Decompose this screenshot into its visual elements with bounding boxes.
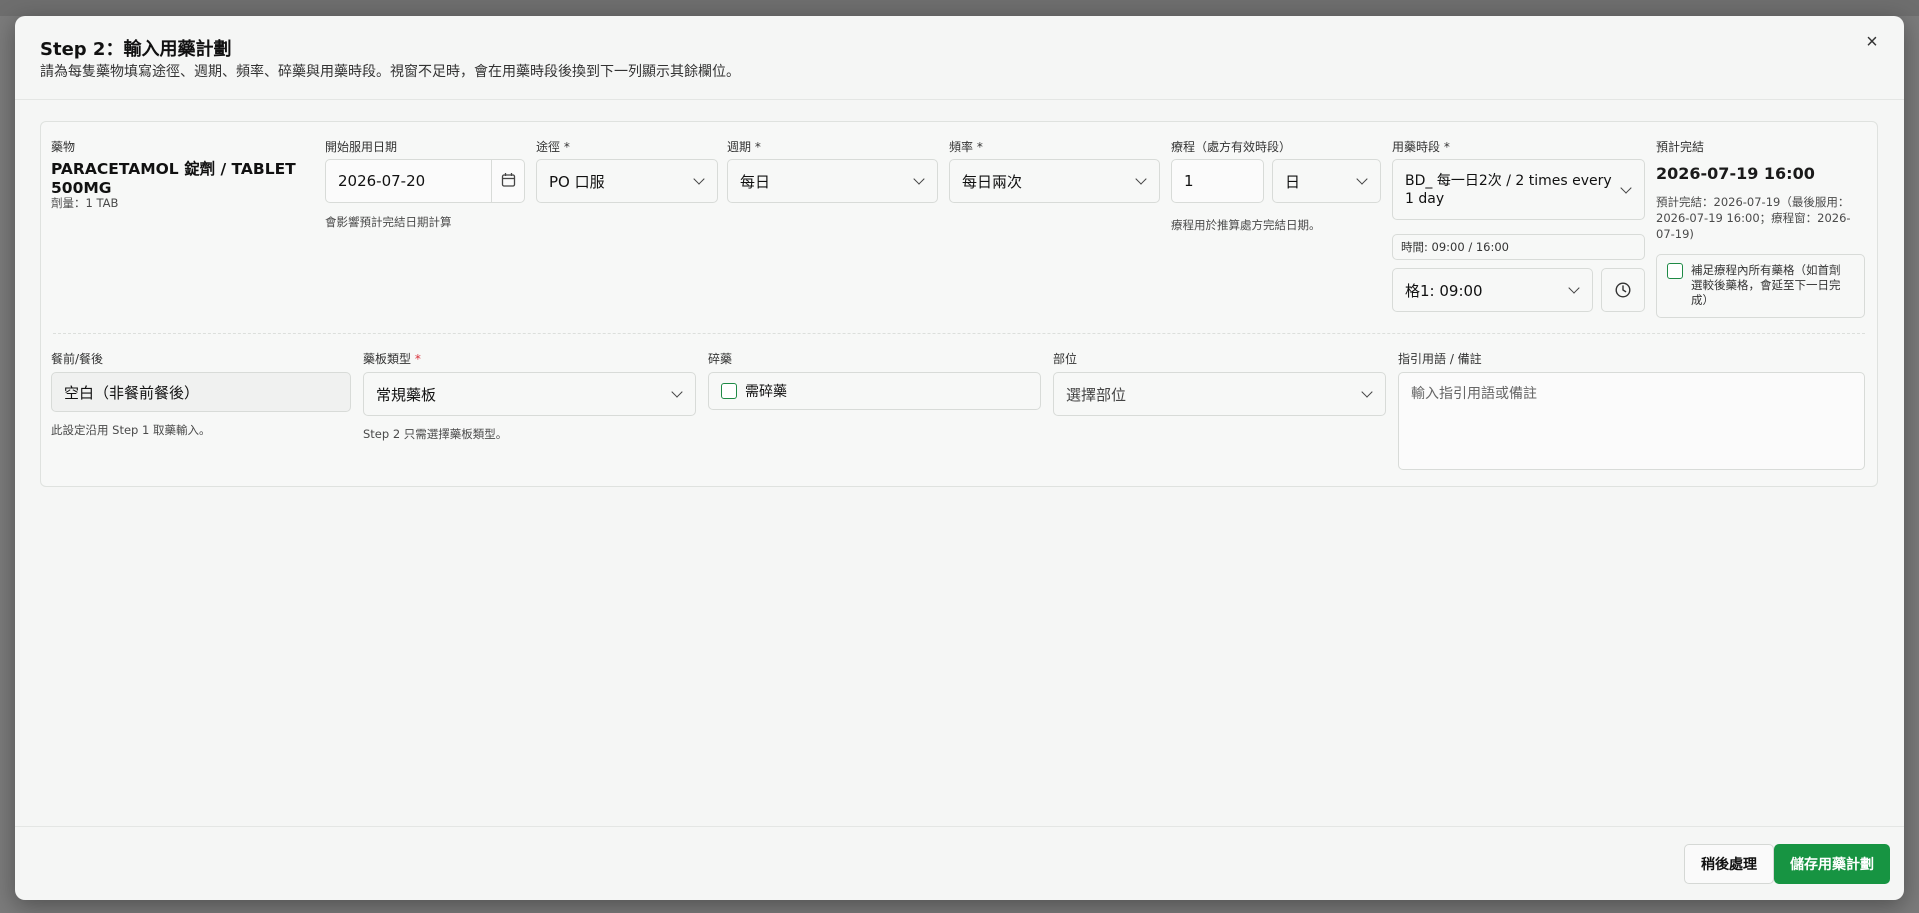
route-label-text: 途徑 xyxy=(536,140,561,154)
frequency-value: 每日兩次 xyxy=(962,172,1023,191)
chevron-down-icon xyxy=(913,173,925,185)
crush-checkbox-label: 需碎藥 xyxy=(745,384,787,400)
calendar-button[interactable] xyxy=(491,160,524,202)
slot-select[interactable]: 格1: 09:00 xyxy=(1392,268,1593,312)
timing-value-line2: 1 day xyxy=(1405,190,1445,207)
slot-value: 格1: 09:00 xyxy=(1405,281,1483,300)
timing-value: BD_ 每一日2次 / 2 times every 1 day xyxy=(1405,172,1612,208)
calendar-icon xyxy=(501,173,516,187)
site-placeholder: 選擇部位 xyxy=(1066,385,1127,404)
frequency-label-text: 頻率 xyxy=(949,140,974,154)
course-unit-value: 日 xyxy=(1285,172,1301,191)
drug-dose: 劑量：1 TAB xyxy=(51,196,119,210)
frequency-required-mark: * xyxy=(976,140,983,154)
board-type-label-text: 藥板類型 xyxy=(363,352,412,366)
fill-course-checkbox[interactable] xyxy=(1667,263,1683,279)
timing-value-line1: BD_ 每一日2次 / 2 times every xyxy=(1405,172,1612,189)
meal-help: 此設定沿用 Step 1 取藥輸入。 xyxy=(51,423,211,437)
frequency-select[interactable]: 每日兩次 xyxy=(949,159,1160,203)
board-type-value: 常規藥板 xyxy=(376,385,437,404)
route-value: PO 口服 xyxy=(549,172,605,191)
board-type-help: Step 2 只需選擇藥板類型。 xyxy=(363,427,508,441)
course-value: 1 xyxy=(1184,172,1194,190)
expected-end-detail-line3: 07-19) xyxy=(1656,227,1694,241)
chevron-down-icon xyxy=(693,173,705,185)
frequency-label: 頻率 * xyxy=(949,138,983,155)
time-picker-button[interactable] xyxy=(1601,268,1645,312)
fill-course-option[interactable]: 補足療程內所有藥格（如首劑 選較後藥格，會延至下一日完 成） xyxy=(1656,254,1865,318)
drug-plan-card: 藥物 PARACETAMOL 錠劑 / TABLET 500MG 劑量：1 TA… xyxy=(40,121,1878,487)
chevron-down-icon xyxy=(1620,181,1632,194)
site-label: 部位 xyxy=(1053,352,1078,366)
dialog-header: Step 2：輸入用藥計劃 請為每隻藥物填寫途徑、週期、頻率、碎藥與用藥時段。視… xyxy=(15,16,1904,100)
chevron-down-icon xyxy=(1361,386,1373,398)
crush-checkbox[interactable] xyxy=(721,383,737,399)
save-plan-button[interactable]: 儲存用藥計劃 xyxy=(1774,844,1890,884)
board-type-label: 藥板類型 * xyxy=(363,350,421,367)
close-icon[interactable]: × xyxy=(1860,30,1884,54)
timing-select[interactable]: BD_ 每一日2次 / 2 times every 1 day xyxy=(1392,159,1645,220)
notes-label: 指引用語 / 備註 xyxy=(1398,352,1482,366)
expected-end-detail: 預計完結：2026-07-19（最後服用： 2026-07-19 16:00；療… xyxy=(1656,194,1851,242)
course-number-input[interactable]: 1 xyxy=(1171,159,1264,203)
drug-name-line1: PARACETAMOL 錠劑 / TABLET xyxy=(51,160,296,178)
course-help: 療程用於推算處方完結日期。 xyxy=(1171,218,1321,232)
medication-plan-dialog: Step 2：輸入用藥計劃 請為每隻藥物填寫途徑、週期、頻率、碎藥與用藥時段。視… xyxy=(15,16,1904,900)
fill-course-label-line2: 選較後藥格，會延至下一日完 xyxy=(1691,278,1841,292)
cycle-label-text: 週期 xyxy=(727,140,752,154)
expected-end-detail-line2: 2026-07-19 16:00；療程窗：2026- xyxy=(1656,211,1851,225)
route-required-mark: * xyxy=(563,140,570,154)
row-divider xyxy=(53,333,1865,334)
meal-value: 空白（非餐前餐後） xyxy=(64,383,200,402)
meal-label: 餐前/餐後 xyxy=(51,352,104,366)
expected-end-value: 2026-07-19 16:00 xyxy=(1656,164,1815,183)
drug-name: PARACETAMOL 錠劑 / TABLET 500MG xyxy=(51,160,296,198)
start-date-label: 開始服用日期 xyxy=(325,140,398,154)
cycle-select[interactable]: 每日 xyxy=(727,159,938,203)
dialog-subtitle: 請為每隻藥物填寫途徑、週期、頻率、碎藥與用藥時段。視窗不足時，會在用藥時段後換到… xyxy=(40,64,740,80)
chevron-down-icon xyxy=(1356,173,1368,185)
dialog-title: Step 2：輸入用藥計劃 xyxy=(40,39,232,60)
start-date-help: 會影響預計完結日期計算 xyxy=(325,215,452,229)
start-date-value: 2026-07-20 xyxy=(338,172,426,190)
site-select[interactable]: 選擇部位 xyxy=(1053,372,1386,416)
timing-label: 用藥時段 * xyxy=(1392,138,1450,155)
chevron-down-icon xyxy=(1135,173,1147,185)
fill-course-label-line1: 補足療程內所有藥格（如首劑 xyxy=(1691,263,1841,277)
crush-label: 碎藥 xyxy=(708,352,733,366)
dialog-footer: 稍後處理 儲存用藥計劃 xyxy=(15,826,1904,900)
cycle-label: 週期 * xyxy=(727,138,761,155)
meal-field: 空白（非餐前餐後） xyxy=(51,372,351,412)
cycle-value: 每日 xyxy=(740,172,771,191)
clock-icon xyxy=(1615,282,1631,298)
timing-label-text: 用藥時段 xyxy=(1392,140,1441,154)
timing-times-display: 時間: 09:00 / 16:00 xyxy=(1392,234,1645,260)
course-label: 療程（處方有效時段） xyxy=(1171,140,1292,154)
course-unit-select[interactable]: 日 xyxy=(1272,159,1381,203)
chevron-down-icon xyxy=(1568,282,1580,294)
drug-label: 藥物 xyxy=(51,140,76,154)
crush-option[interactable]: 需碎藥 xyxy=(708,372,1041,410)
timing-times-text: 時間: 09:00 / 16:00 xyxy=(1401,240,1509,254)
chevron-down-icon xyxy=(671,386,683,398)
fill-course-label-line3: 成） xyxy=(1691,293,1714,307)
later-button[interactable]: 稍後處理 xyxy=(1684,844,1774,884)
route-select[interactable]: PO 口服 xyxy=(536,159,718,203)
notes-textarea[interactable] xyxy=(1398,372,1865,470)
start-date-input[interactable]: 2026-07-20 xyxy=(325,159,525,203)
backdrop xyxy=(0,0,1919,16)
expected-end-label: 預計完結 xyxy=(1656,140,1705,154)
fill-course-label: 補足療程內所有藥格（如首劑 選較後藥格，會延至下一日完 成） xyxy=(1691,263,1841,309)
timing-required-mark: * xyxy=(1443,140,1450,154)
expected-end-detail-line1: 預計完結：2026-07-19（最後服用： xyxy=(1656,195,1850,209)
route-label: 途徑 * xyxy=(536,138,570,155)
cycle-required-mark: * xyxy=(754,140,761,154)
board-type-required-mark: * xyxy=(414,352,421,366)
board-type-select[interactable]: 常規藥板 xyxy=(363,372,696,416)
